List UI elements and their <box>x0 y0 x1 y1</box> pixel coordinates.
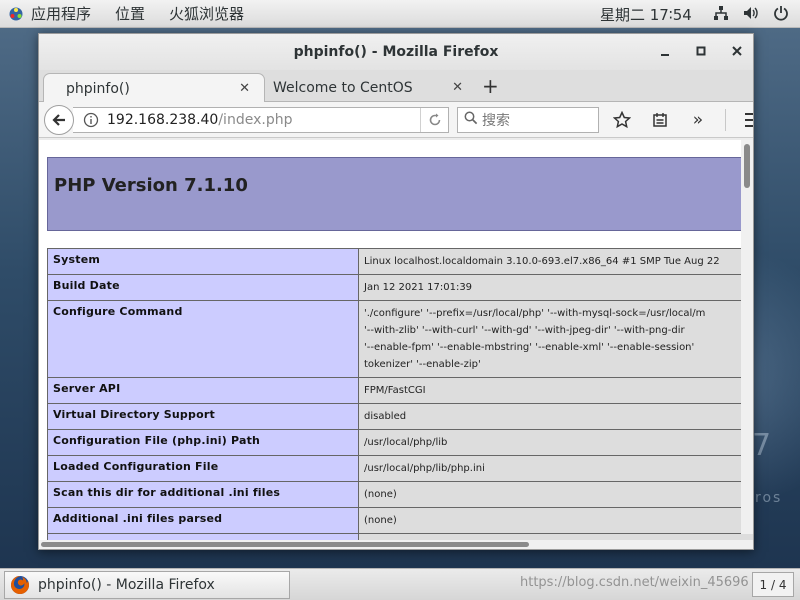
row-value: (none) <box>358 481 753 508</box>
search-icon <box>464 111 478 129</box>
row-key: Virtual Directory Support <box>47 403 359 430</box>
overflow-chevron-icon[interactable]: » <box>687 109 709 131</box>
row-value: /usr/local/php/lib <box>358 429 753 456</box>
row-value: Linux localhost.localdomain 3.10.0-693.e… <box>358 248 753 275</box>
minimize-button[interactable] <box>657 42 673 60</box>
row-value-line: /usr/local/php/lib/php.ini <box>364 463 485 474</box>
table-row: Loaded Configuration File/usr/local/php/… <box>47 455 753 482</box>
page-content[interactable]: PHP Version 7.1.10 System Linux localhost… <box>39 140 753 542</box>
table-row: Virtual Directory Support disabled <box>47 403 753 430</box>
power-icon[interactable] <box>772 4 790 22</box>
apps-icon[interactable] <box>8 6 24 22</box>
window-controls <box>657 42 745 60</box>
row-value: disabled <box>358 403 753 430</box>
row-key: Scan this dir for additional .ini files <box>47 481 359 508</box>
tab-label: Welcome to CentOS <box>273 80 413 96</box>
window-titlebar[interactable]: phpinfo() - Mozilla Firefox <box>39 34 753 70</box>
php-version-header: PHP Version 7.1.10 <box>47 157 753 231</box>
row-value: /usr/local/php/lib/php.ini <box>358 455 753 482</box>
maximize-button[interactable] <box>693 42 709 60</box>
row-value: Jan 12 2021 17:01:39 <box>358 274 753 301</box>
window-title: phpinfo() - Mozilla Firefox <box>293 44 499 60</box>
table-row: Configure Command './configure' '--prefix… <box>47 300 753 378</box>
table-row: Scan this dir for additional .ini files (… <box>47 481 753 508</box>
row-value-line: /usr/local/php/lib <box>364 437 448 448</box>
table-row: Server API FPM/FastCGI <box>47 377 753 404</box>
top-panel: 应用程序 位置 火狐浏览器 星期二 17∶54 <box>0 0 800 28</box>
tab-welcome-centos[interactable]: Welcome to CentOS ✕ <box>257 73 477 103</box>
bookmark-star-icon[interactable] <box>611 109 633 131</box>
row-key: Configure Command <box>47 300 359 378</box>
tab-strip: phpinfo() ✕ Welcome to CentOS ✕ + <box>39 70 753 103</box>
info-icon[interactable] <box>83 112 99 128</box>
row-value-line: (none) <box>364 515 397 526</box>
row-value: './configure' '--prefix=/usr/local/php' … <box>358 300 753 378</box>
tab-label: phpinfo() <box>66 80 130 97</box>
table-row: System Linux localhost.localdomain 3.10.0… <box>47 248 753 275</box>
row-value: (none) <box>358 507 753 534</box>
row-key: Build Date <box>47 274 359 301</box>
row-key: Server API <box>47 377 359 404</box>
menu-firefox[interactable]: 火狐浏览器 <box>169 3 244 24</box>
row-value-line: '--enable-fpm' '--enable-mbstring' '--en… <box>364 342 695 353</box>
back-button[interactable] <box>44 105 74 135</box>
horizontal-scroll-thumb[interactable] <box>41 542 529 547</box>
new-tab-icon[interactable]: + <box>482 74 499 98</box>
bottom-taskbar: phpinfo() - Mozilla Firefox https://blog… <box>0 568 800 600</box>
close-window-button[interactable] <box>729 42 745 60</box>
row-value-line: tokenizer' '--enable-zip' <box>364 359 481 370</box>
url-path: /index.php <box>218 112 293 128</box>
watermark-text: https://blog.csdn.net/weixin_45696 <box>520 575 749 590</box>
row-key: Configuration File (php.ini) Path <box>47 429 359 456</box>
vertical-scroll-thumb[interactable] <box>744 144 750 188</box>
close-tab-icon[interactable]: ✕ <box>239 81 250 96</box>
volume-icon[interactable] <box>742 4 760 22</box>
search-bar[interactable]: 搜索 <box>457 107 599 133</box>
desktop-logo-digit: 7 <box>752 428 772 463</box>
row-value-line: (none) <box>364 489 397 500</box>
row-value-line: '--with-zlib' '--with-curl' '--with-gd' … <box>364 325 685 336</box>
close-tab-icon[interactable]: ✕ <box>452 80 463 95</box>
toolbar-buttons: » <box>611 109 753 131</box>
menu-places[interactable]: 位置 <box>115 3 145 24</box>
clock[interactable]: 星期二 17∶54 <box>600 4 692 25</box>
desktop-logo-text: ros <box>755 490 783 506</box>
url-bar[interactable]: 192.168.238.40/index.php <box>73 107 449 133</box>
row-key: Additional .ini files parsed <box>47 507 359 534</box>
horizontal-scrollbar[interactable] <box>39 540 753 549</box>
back-arrow-icon <box>52 114 65 126</box>
navigation-toolbar: 192.168.238.40/index.php 搜索 » <box>39 102 753 138</box>
row-key: System <box>47 248 359 275</box>
toolbar-separator <box>725 109 726 131</box>
table-row: Additional .ini files parsed (none) <box>47 507 753 534</box>
row-key: Loaded Configuration File <box>47 455 359 482</box>
firefox-window: phpinfo() - Mozilla Firefox phpinfo() ✕ … <box>38 33 754 550</box>
table-row: Build Date Jan 12 2021 17:01:39 <box>47 274 753 301</box>
row-value-line: disabled <box>364 411 407 422</box>
taskbar-firefox-item[interactable]: phpinfo() - Mozilla Firefox <box>4 571 290 599</box>
system-tray <box>712 4 790 22</box>
network-icon[interactable] <box>712 4 730 22</box>
phpinfo-table: System Linux localhost.localdomain 3.10.0… <box>47 248 753 542</box>
menu-applications[interactable]: 应用程序 <box>31 3 91 24</box>
firefox-icon <box>10 575 30 595</box>
url-host: 192.168.238.40 <box>107 112 219 128</box>
search-placeholder: 搜索 <box>482 113 510 129</box>
row-value-line: Linux localhost.localdomain 3.10.0-693.e… <box>364 256 720 267</box>
table-row: Configuration File (php.ini) Path/usr/lo… <box>47 429 753 456</box>
tab-phpinfo[interactable]: phpinfo() ✕ <box>43 73 265 103</box>
taskbar-item-label: phpinfo() - Mozilla Firefox <box>38 577 215 593</box>
reader-list-icon[interactable] <box>649 109 671 131</box>
row-value-line: Jan 12 2021 17:01:39 <box>364 282 473 293</box>
row-value-line: './configure' '--prefix=/usr/local/php' … <box>364 308 706 319</box>
row-value-line: FPM/FastCGI <box>364 385 426 396</box>
reload-icon[interactable] <box>420 108 448 132</box>
row-value: FPM/FastCGI <box>358 377 753 404</box>
workspace-indicator[interactable]: 1 / 4 <box>752 572 794 597</box>
vertical-scrollbar[interactable] <box>741 140 753 534</box>
hamburger-menu-icon[interactable] <box>742 109 753 131</box>
